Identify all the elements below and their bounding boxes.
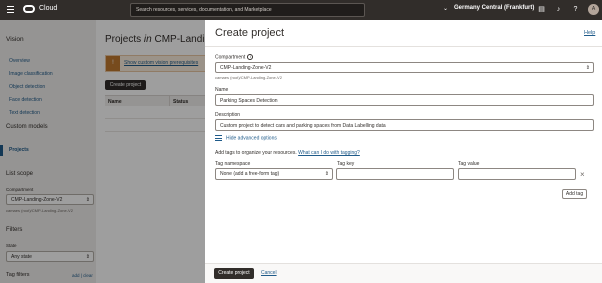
remove-tag-icon[interactable]: ×: [580, 170, 585, 179]
tag-namespace-label: Tag namespace: [215, 161, 251, 167]
tag-value-label: Tag value: [458, 161, 480, 167]
avatar[interactable]: A: [588, 4, 599, 15]
help-link[interactable]: Help: [584, 30, 595, 36]
description-label: Description: [215, 112, 241, 118]
info-icon[interactable]: i: [247, 54, 254, 60]
cancel-button[interactable]: Cancel: [261, 270, 277, 276]
sliders-icon: [215, 135, 222, 141]
modal-overlay[interactable]: [0, 20, 205, 283]
help-icon[interactable]: ?: [571, 5, 580, 14]
add-tag-button[interactable]: Add tag: [562, 189, 587, 199]
announcements-icon[interactable]: ▤: [537, 5, 546, 14]
top-bar: Cloud Search resources, services, docume…: [0, 0, 602, 20]
region-selector[interactable]: Germany Central (Frankfurt): [454, 5, 534, 11]
bell-icon[interactable]: ♪: [554, 5, 563, 14]
tag-namespace-value: None (add a free-form tag): [220, 171, 280, 177]
tag-key-input[interactable]: [336, 168, 454, 180]
select-arrows-icon: ⇕: [324, 171, 329, 177]
search-input[interactable]: Search resources, services, documentatio…: [130, 3, 365, 17]
compartment-path: camaes (root)/CMP-Landing-Zone-V2: [215, 75, 282, 80]
tag-value-input[interactable]: [458, 168, 576, 180]
create-project-panel: Create project Help Compartment i CMP-Lan…: [205, 20, 602, 283]
menu-icon[interactable]: [7, 6, 14, 13]
description-field[interactable]: Custom project to detect cars and parkin…: [215, 119, 594, 131]
name-field[interactable]: Parking Spaces Detection: [215, 94, 594, 106]
compartment-select[interactable]: CMP-Landing-Zone-V2 ⇕: [215, 62, 594, 73]
tags-description: Add tags to organize your resources. Wha…: [215, 150, 360, 156]
logo-icon[interactable]: [23, 5, 35, 13]
select-arrows-icon: ⇕: [585, 65, 590, 71]
advanced-options-toggle[interactable]: Hide advanced options: [215, 135, 277, 141]
compartment-field-label: Compartment i: [215, 54, 254, 60]
search-placeholder: Search resources, services, documentatio…: [136, 7, 272, 13]
tag-namespace-select[interactable]: None (add a free-form tag) ⇕: [215, 168, 333, 180]
panel-title: Create project: [215, 27, 285, 39]
compartment-value: CMP-Landing-Zone-V2: [220, 65, 272, 71]
brand-name[interactable]: Cloud: [39, 5, 57, 12]
chevron-down-icon: ⌄: [443, 6, 449, 12]
panel-footer: Create project Cancel: [205, 263, 602, 283]
name-label: Name: [215, 87, 229, 93]
tag-key-label: Tag key: [337, 161, 355, 167]
divider: [205, 46, 602, 47]
create-project-submit-button[interactable]: Create project: [214, 268, 254, 279]
tagging-help-link[interactable]: What can I do with tagging?: [298, 150, 360, 156]
